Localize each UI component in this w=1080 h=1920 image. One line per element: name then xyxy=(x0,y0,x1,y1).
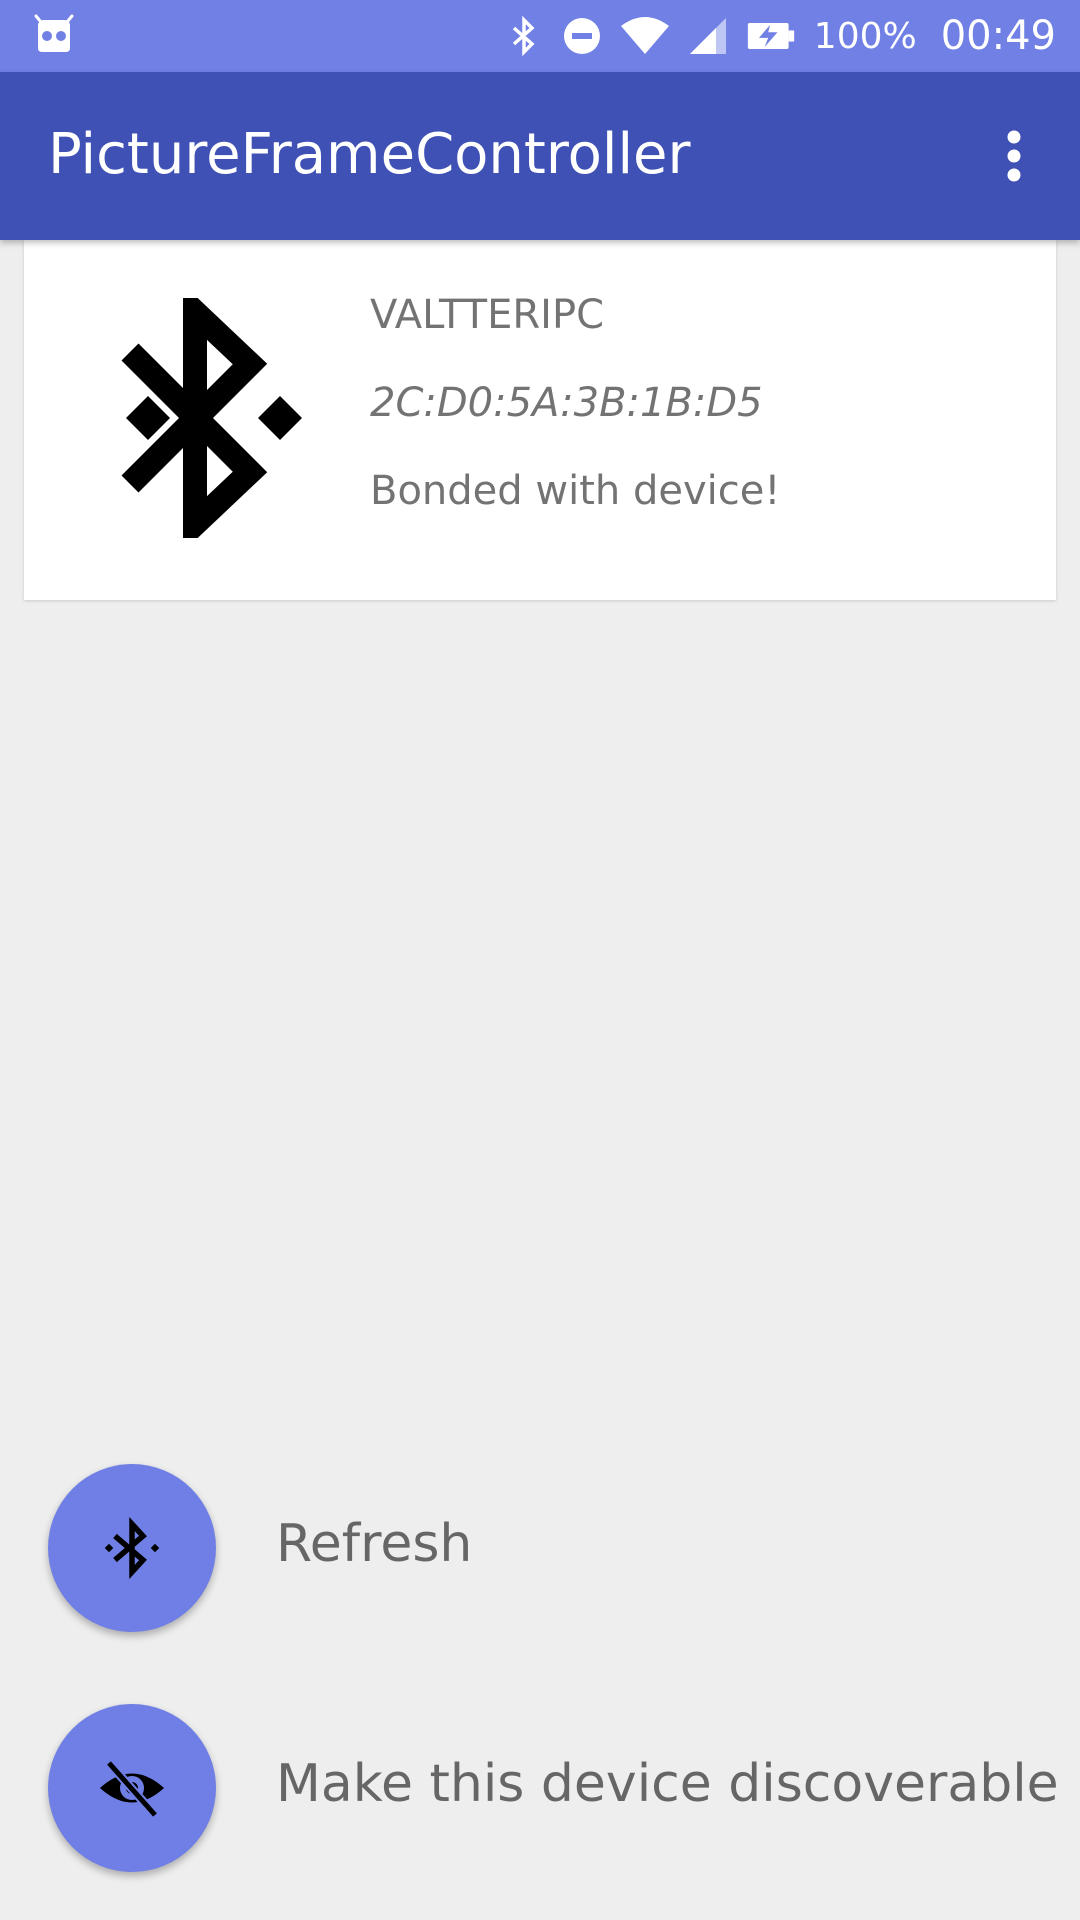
do-not-disturb-icon xyxy=(563,18,600,54)
status-bar: 100% 00:49 xyxy=(0,0,1080,72)
device-status: Bonded with device! xyxy=(370,468,781,514)
battery-charging-icon xyxy=(747,23,794,49)
cell-signal-icon xyxy=(689,18,726,54)
wifi-icon xyxy=(620,17,669,54)
discoverable-action: Make this device discoverable xyxy=(0,1704,1080,1874)
refresh-button[interactable] xyxy=(48,1464,216,1632)
make-discoverable-label[interactable]: Make this device discoverable xyxy=(276,1754,1059,1814)
visibility-off-icon xyxy=(100,1760,164,1818)
bluetooth-icon xyxy=(121,298,302,538)
bluetooth-icon xyxy=(512,16,535,56)
refresh-label[interactable]: Refresh xyxy=(276,1514,472,1574)
status-icons: 100% 00:49 xyxy=(504,0,1056,72)
app-title: PictureFrameController xyxy=(48,122,691,187)
device-name: VALTTERIPC xyxy=(370,292,605,338)
battery-percent: 100% xyxy=(813,15,917,57)
refresh-action: Refresh xyxy=(0,1464,1080,1634)
more-vert-icon[interactable] xyxy=(978,120,1050,192)
device-address: 2C:D0:5A:3B:1B:D5 xyxy=(370,380,763,426)
android-robot-icon xyxy=(34,14,74,52)
bluetooth-searching-icon xyxy=(104,1516,160,1580)
make-discoverable-button[interactable] xyxy=(48,1704,216,1872)
app-bar: PictureFrameController xyxy=(0,72,1080,240)
device-list-item[interactable]: VALTTERIPC 2C:D0:5A:3B:1B:D5 Bonded with… xyxy=(24,240,1056,600)
clock: 00:49 xyxy=(940,13,1056,59)
